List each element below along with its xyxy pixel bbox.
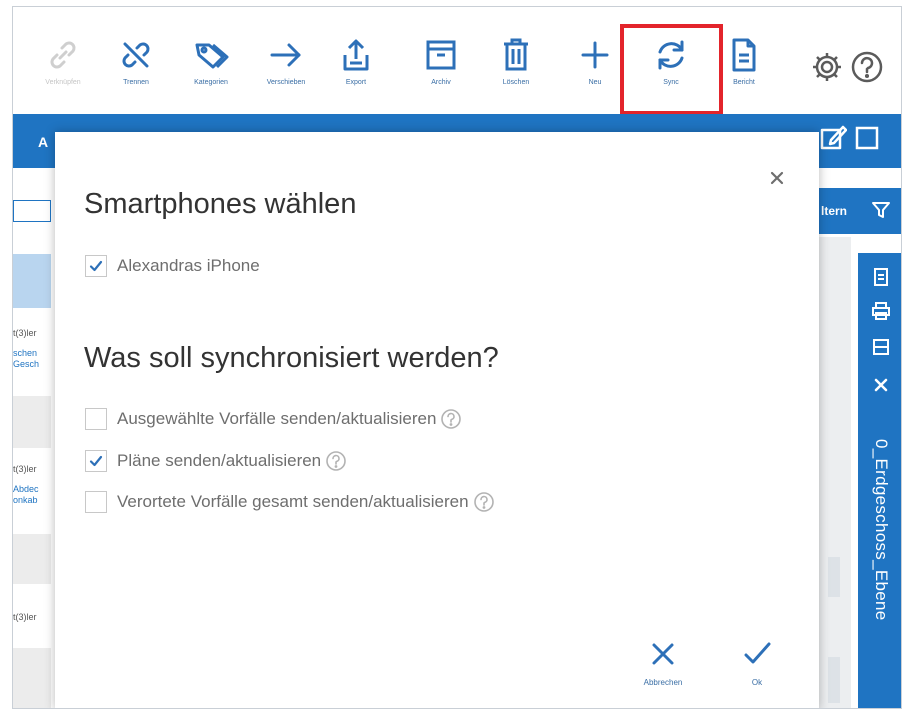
move-button[interactable]: Verschieben — [248, 35, 324, 99]
report-button[interactable]: Bericht — [706, 35, 782, 99]
help-circle-icon[interactable] — [473, 491, 495, 513]
report-button-label: Bericht — [733, 79, 755, 86]
archive-button[interactable]: Archiv — [403, 35, 479, 99]
trash-icon — [504, 38, 528, 71]
unlink-icon — [122, 42, 150, 68]
left-row-4b[interactable]: onkab — [13, 495, 38, 506]
plus-icon — [581, 41, 609, 69]
link-icon — [50, 41, 76, 69]
plan-detail-2 — [828, 657, 840, 703]
cancel-button-label: Abbrechen — [643, 678, 683, 687]
selected-incidents-label: Ausgewählte Vorfälle senden/aktualisiere… — [117, 409, 437, 428]
plans-label: Pläne senden/aktualisieren — [117, 451, 322, 470]
categories-button-label: Kategorien — [194, 79, 228, 86]
help-icon[interactable] — [849, 49, 885, 85]
plans-checkbox[interactable] — [85, 450, 107, 472]
left-search-input[interactable] — [13, 200, 51, 222]
cancel-button[interactable]: Abbrechen — [625, 636, 701, 696]
plan-side-panel: 0_Erdgeschoss_Ebene — [858, 253, 901, 708]
close-x-icon — [652, 643, 674, 665]
left-row-2b[interactable]: Gesch — [13, 359, 39, 370]
export-button[interactable]: Export — [318, 35, 394, 99]
checkmark-icon — [89, 455, 103, 467]
filter-button[interactable]: ltern — [813, 188, 901, 234]
phone-option[interactable]: Alexandras iPhone — [85, 252, 260, 280]
checkmark-icon — [89, 260, 103, 272]
export-icon — [343, 39, 369, 71]
tags-icon — [195, 43, 229, 69]
sync-options-heading: Was soll synchronisiert werden? — [84, 342, 499, 374]
plan-preview-strip — [818, 237, 851, 708]
sync-button[interactable]: Sync — [633, 35, 709, 99]
help-circle-icon[interactable] — [325, 450, 347, 472]
selected-incidents-checkbox[interactable] — [85, 408, 107, 430]
gear-icon[interactable] — [809, 49, 845, 85]
close-icon[interactable] — [767, 168, 787, 188]
checkmark-icon — [744, 642, 771, 664]
app-window: Verknüpfen Trennen Kategorien Verschiebe… — [12, 6, 902, 709]
filter-label: ltern — [821, 204, 848, 218]
left-gray-block-2 — [13, 534, 51, 584]
plan-name: 0_Erdgeschoss_Ebene — [872, 439, 891, 621]
document-icon[interactable] — [871, 267, 891, 287]
export-button-label: Export — [345, 79, 367, 86]
left-selected-band — [13, 254, 51, 308]
new-button-label: Neu — [588, 79, 602, 86]
left-row-1: t(3)ler — [13, 328, 37, 338]
new-button[interactable]: Neu — [557, 35, 633, 99]
ok-button[interactable]: Ok — [719, 636, 795, 696]
left-gray-block-3 — [13, 648, 51, 708]
sync-button-label: Sync — [663, 79, 679, 86]
help-circle-icon[interactable] — [440, 408, 462, 430]
move-button-label: Verschieben — [266, 79, 306, 86]
sync-icon — [658, 40, 684, 70]
left-row-4a[interactable]: Abdec — [13, 484, 39, 495]
report-icon — [732, 38, 756, 72]
left-background-list: t(3)ler schen Gesch t(3)ler Abdec onkab … — [13, 168, 55, 708]
left-row-3: t(3)ler — [13, 464, 37, 474]
edit-icon[interactable] — [819, 122, 847, 154]
sync-option-selected-incidents[interactable]: Ausgewählte Vorfälle senden/aktualisiere… — [85, 405, 462, 433]
categories-button[interactable]: Kategorien — [173, 35, 249, 99]
funnel-icon — [872, 202, 890, 218]
link-button[interactable]: Verknüpfen — [25, 35, 101, 99]
archive-icon — [426, 40, 456, 70]
header-bar-text: A — [38, 134, 49, 150]
left-gray-block-1 — [13, 396, 51, 448]
print-icon[interactable] — [871, 301, 891, 321]
arrow-right-icon — [270, 43, 301, 67]
toolbar: Verknüpfen Trennen Kategorien Verschiebe… — [13, 7, 901, 114]
located-incidents-label: Verortete Vorfälle gesamt senden/aktuali… — [117, 492, 469, 511]
located-incidents-checkbox[interactable] — [85, 491, 107, 513]
close-panel-icon[interactable] — [871, 375, 891, 395]
delete-button-label: Löschen — [502, 79, 530, 86]
sync-option-plans[interactable]: Pläne senden/aktualisieren — [85, 447, 347, 475]
layers-icon[interactable] — [871, 337, 891, 357]
sync-option-located-incidents[interactable]: Verortete Vorfälle gesamt senden/aktuali… — [85, 488, 495, 516]
delete-button[interactable]: Löschen — [478, 35, 554, 99]
unlink-button[interactable]: Trennen — [98, 35, 174, 99]
phone-label: Alexandras iPhone — [117, 256, 260, 275]
link-button-label: Verknüpfen — [45, 79, 81, 86]
phone-checkbox[interactable] — [85, 255, 107, 277]
unlink-button-label: Trennen — [123, 79, 149, 86]
left-row-5: t(3)ler — [13, 612, 37, 622]
left-row-2a[interactable]: schen — [13, 348, 37, 359]
select-smartphones-dialog: Smartphones wählen Alexandras iPhone Was… — [55, 132, 819, 708]
ok-button-label: Ok — [751, 678, 763, 687]
square-icon[interactable] — [853, 122, 881, 154]
plan-detail-1 — [828, 557, 840, 597]
archive-button-label: Archiv — [431, 79, 451, 86]
dialog-title: Smartphones wählen — [84, 188, 357, 220]
